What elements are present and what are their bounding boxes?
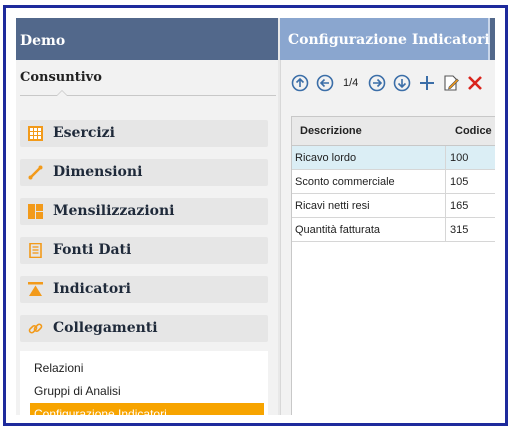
sidebar-item-fonti-dati[interactable]: Fonti Dati [20,237,268,264]
sidebar-item-dimensioni[interactable]: Dimensioni [20,159,268,186]
table-row[interactable]: Ricavi netti resi 165 [292,194,495,218]
sidebar-item-label: Esercizi [53,125,115,141]
sidebar-item-label: Indicatori [53,281,131,297]
next-page-icon[interactable] [368,74,386,92]
grid-icon [28,126,43,141]
sidebar-item-esercizi[interactable]: Esercizi [20,120,268,147]
link-icon [28,323,43,334]
data-grid: Descrizione Codice Ricavo lordo 100 Scon… [291,116,495,415]
table-row[interactable]: Quantità fatturata 315 [292,218,495,242]
sidebar-item-label: Dimensioni [53,164,143,180]
cell-descrizione: Ricavi netti resi [292,194,446,217]
sidebar-item-label: Collegamenti [53,320,158,336]
column-header-descrizione[interactable]: Descrizione [300,125,362,137]
sidebar-item-label: Fonti Dati [53,242,132,258]
sidebar-item-label: Mensilizzazioni [53,203,175,219]
column-header-codice[interactable]: Codice [455,125,492,137]
cell-codice: 105 [450,176,469,188]
table-row[interactable]: Sconto commerciale 105 [292,170,495,194]
first-page-icon[interactable] [291,74,309,92]
submenu-item-relazioni[interactable]: Relazioni [30,357,264,378]
sidebar: Consuntivo Esercizi Dimensioni Mensilizz… [16,60,278,415]
indicator-icon [28,282,43,296]
tab-configurazione-indicatori[interactable]: Configurazione Indicatori [280,18,490,60]
submenu-item-configurazione-indicatori[interactable]: Configurazione Indicatori [30,403,264,415]
delete-icon[interactable] [466,74,484,92]
toolbar: 1/4 [287,74,492,98]
cell-codice: 315 [450,224,469,236]
layout-icon [28,204,43,219]
sidebar-item-collegamenti[interactable]: Collegamenti [20,315,268,342]
cell-descrizione: Ricavo lordo [292,146,446,169]
add-icon[interactable] [418,74,436,92]
page-indicator: 1/4 [343,77,359,89]
document-icon [29,243,42,258]
cell-descrizione: Quantità fatturata [292,218,446,241]
app-container: Demo Configurazione Indicatori Consuntiv… [16,18,495,415]
cell-codice: 100 [450,152,469,164]
sidebar-item-indicatori[interactable]: Indicatori [20,276,268,303]
last-page-icon[interactable] [393,74,411,92]
content-panel: 1/4 Descrizione Codice Ricavo lordo 100 … [280,60,495,415]
previous-page-icon[interactable] [316,74,334,92]
section-caret-icon [56,90,68,96]
table-row[interactable]: Ricavo lordo 100 [292,146,495,170]
sidebar-item-mensilizzazioni[interactable]: Mensilizzazioni [20,198,268,225]
measure-icon [28,165,43,180]
tab-bar: Configurazione Indicatori [280,18,495,60]
edit-icon[interactable] [442,74,460,92]
app-title: Demo [16,18,278,60]
window-frame: Demo Configurazione Indicatori Consuntiv… [3,5,508,426]
submenu-item-gruppi-di-analisi[interactable]: Gruppi di Analisi [30,380,264,401]
cell-descrizione: Sconto commerciale [292,170,446,193]
cell-codice: 165 [450,200,469,212]
sidebar-section-title[interactable]: Consuntivo [20,70,102,85]
grid-header: Descrizione Codice [292,117,495,146]
